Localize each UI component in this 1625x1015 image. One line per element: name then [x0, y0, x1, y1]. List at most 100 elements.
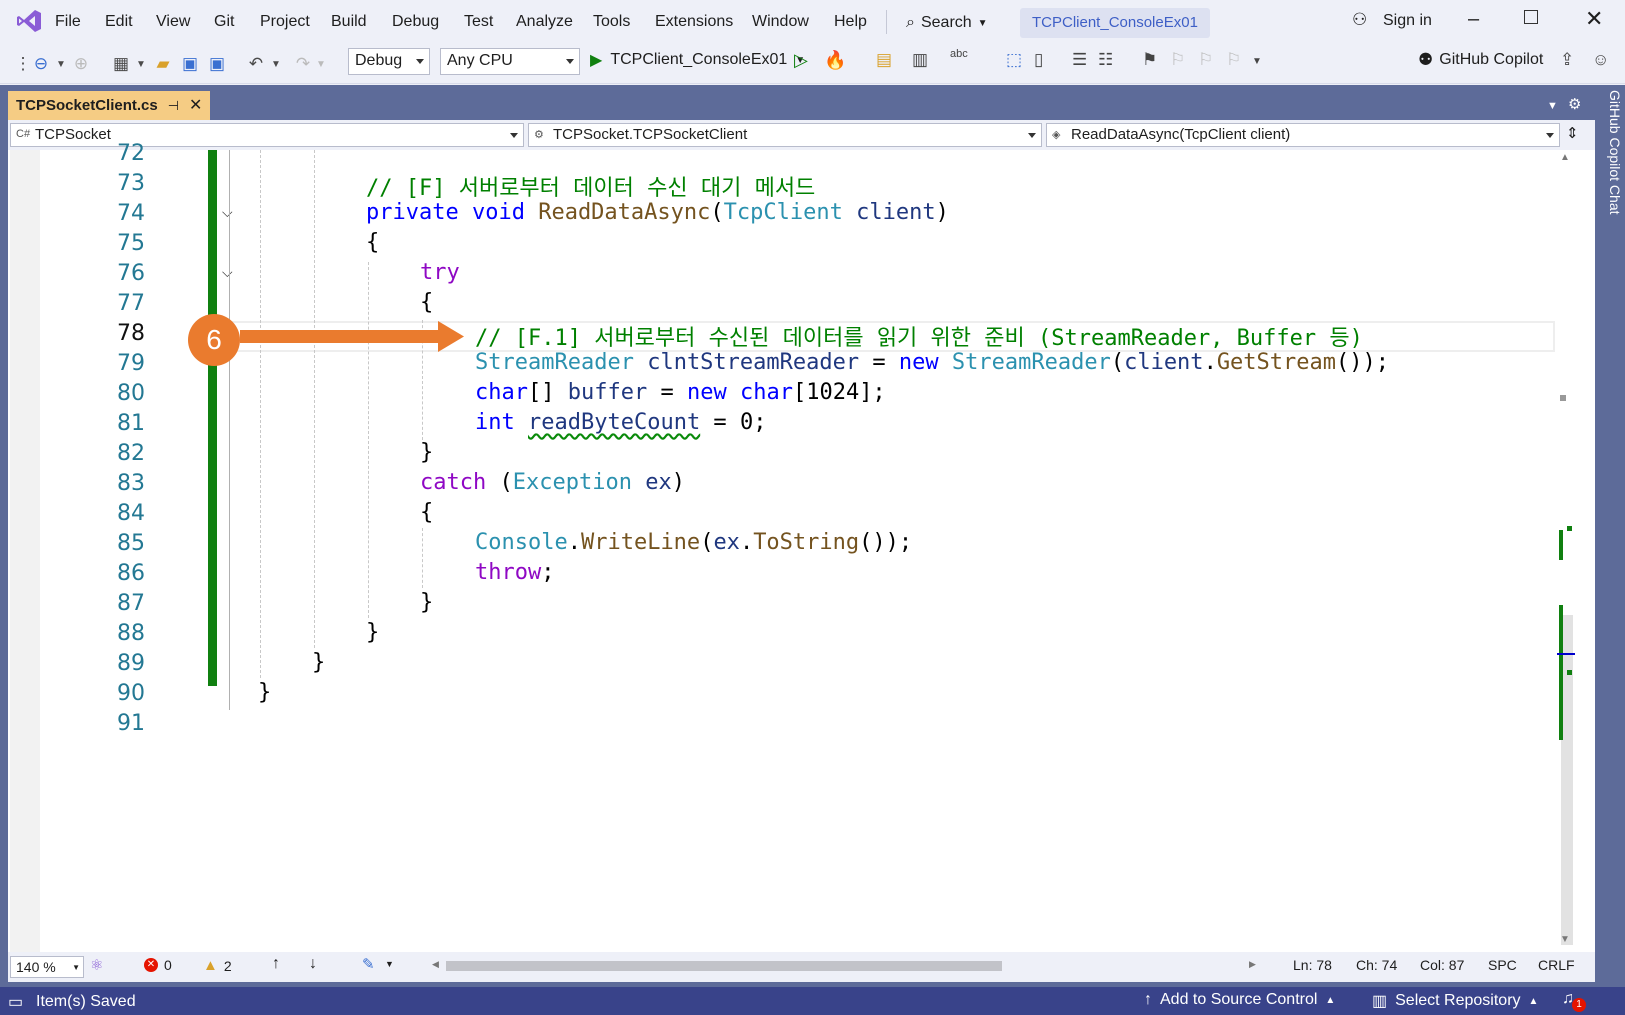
repository-label: Select Repository: [1395, 992, 1521, 1009]
menu-extensions[interactable]: Extensions: [655, 13, 733, 31]
scroll-right-icon[interactable]: ▶: [1249, 959, 1256, 970]
whitespace-indicator[interactable]: SPC: [1488, 957, 1517, 973]
previous-issue-icon[interactable]: ↑: [272, 955, 280, 973]
split-window-icon[interactable]: ⇕: [1566, 124, 1579, 142]
indent-icon[interactable]: ☰: [1072, 50, 1087, 70]
menu-edit[interactable]: Edit: [105, 13, 133, 31]
sign-in-button[interactable]: Sign in: [1383, 12, 1432, 30]
undo-dropdown-icon[interactable]: ▼: [263, 51, 289, 77]
search-button[interactable]: ⌕ Search ▼: [906, 10, 988, 36]
copilot-chat-tab[interactable]: GitHub Copilot Chat: [1597, 90, 1623, 215]
scroll-down-icon[interactable]: ▼: [1560, 934, 1570, 945]
select-repository-button[interactable]: ▥ Select Repository ▲: [1372, 991, 1538, 1011]
tab-tcpsocketclient[interactable]: TCPSocketClient.cs ⊣ ✕: [8, 91, 211, 120]
menu-debug[interactable]: Debug: [392, 13, 439, 31]
minimize-button[interactable]: –: [1468, 8, 1479, 31]
maximize-button[interactable]: [1524, 10, 1538, 24]
platform-select[interactable]: Any CPU: [440, 48, 580, 75]
layout-icon[interactable]: ▥: [912, 50, 928, 70]
type-name: Exception: [512, 470, 632, 495]
vertical-scrollbar[interactable]: ▲ ▼: [1557, 150, 1575, 952]
github-copilot-button[interactable]: ⚉ GitHub Copilot: [1418, 50, 1543, 70]
member-dropdown[interactable]: ◈ ReadDataAsync(TcpClient client): [1046, 123, 1560, 147]
scroll-left-icon[interactable]: ◀: [432, 959, 439, 970]
menu-tools[interactable]: Tools: [593, 13, 630, 31]
menu-window[interactable]: Window: [752, 13, 809, 31]
scroll-up-icon[interactable]: ▲: [1560, 152, 1570, 163]
warning-icon: ▲: [203, 957, 218, 974]
line-number: 89: [117, 651, 145, 676]
method-icon: ◈: [1052, 129, 1061, 141]
zoom-select[interactable]: 140 % ▼: [10, 956, 84, 978]
horizontal-scroll-thumb[interactable]: [446, 961, 1002, 971]
close-icon[interactable]: ✕: [189, 91, 202, 120]
next-bookmark-icon[interactable]: ⚐: [1198, 50, 1213, 70]
char-indicator[interactable]: Ch: 74: [1356, 957, 1397, 973]
share-icon[interactable]: ⇪: [1560, 50, 1574, 70]
line-ending-indicator[interactable]: CRLF: [1538, 957, 1575, 973]
menu-view[interactable]: View: [156, 13, 190, 31]
column-indicator[interactable]: Col: 87: [1420, 957, 1464, 973]
close-window-button[interactable]: ✕: [1585, 6, 1603, 32]
select-pointer-icon[interactable]: ⬚: [1006, 50, 1022, 70]
navigate-forward-icon[interactable]: ⊕: [68, 51, 94, 77]
hot-reload-icon[interactable]: 🔥: [824, 50, 846, 71]
tab-list-dropdown-icon[interactable]: ▼: [1547, 100, 1558, 112]
menu-build[interactable]: Build: [331, 13, 367, 31]
code-cleanup-icon[interactable]: ✎: [362, 955, 375, 973]
save-icon[interactable]: ▣: [177, 51, 203, 77]
code-line-84: {: [420, 500, 434, 525]
save-all-icon[interactable]: ▣: [204, 51, 230, 77]
collapse-icon[interactable]: ⌵: [222, 264, 233, 281]
start-debugging-button[interactable]: ▶ TCPClient_ConsoleEx01 ▼: [590, 50, 805, 70]
variable-name: ex: [713, 530, 740, 555]
configuration-select[interactable]: Debug: [348, 48, 430, 75]
platform-value: Any CPU: [447, 52, 513, 69]
collapse-icon[interactable]: ⌵: [222, 204, 233, 221]
variable-name: clntStreamReader: [647, 350, 860, 375]
arrow-up-icon: ↑: [1144, 991, 1152, 1008]
menu-project[interactable]: Project: [260, 13, 310, 31]
menu-test[interactable]: Test: [464, 13, 493, 31]
spell-check-icon[interactable]: abc: [950, 48, 968, 60]
error-count-button[interactable]: ✕ 0: [144, 957, 172, 973]
gear-icon[interactable]: ⚙: [1568, 95, 1581, 113]
menu-analyze[interactable]: Analyze: [516, 13, 573, 31]
notifications-button[interactable]: ♫ 1: [1562, 990, 1586, 1012]
caret-position-marker: [1557, 653, 1575, 655]
pin-icon[interactable]: ⊣: [168, 91, 179, 120]
project-dropdown[interactable]: C# TCPSocket: [10, 123, 524, 147]
code-line-87: }: [420, 590, 434, 615]
compare-icon[interactable]: ▯: [1034, 50, 1043, 70]
menu-help[interactable]: Help: [834, 13, 867, 31]
outdent-icon[interactable]: ☷: [1098, 50, 1113, 70]
solution-explorer-icon[interactable]: ▤: [876, 50, 892, 70]
add-to-source-control-button[interactable]: ↑ Add to Source Control ▲: [1144, 991, 1335, 1009]
member-value: ReadDataAsync(TcpClient client): [1071, 126, 1291, 143]
line-number: 72: [117, 141, 145, 166]
method-name: ReadDataAsync: [538, 200, 711, 225]
feedback-icon[interactable]: ☺: [1592, 50, 1609, 70]
code-line-89: }: [312, 650, 326, 675]
start-without-debugging-icon[interactable]: ▷: [794, 50, 808, 71]
open-folder-icon[interactable]: ▰: [150, 51, 176, 77]
next-issue-icon[interactable]: ↓: [309, 955, 317, 973]
type-dropdown[interactable]: ⚙ TCPSocket.TCPSocketClient: [528, 123, 1042, 147]
code-line-80: char[] buffer = new char[1024];: [475, 380, 886, 405]
keyword: new: [686, 380, 727, 405]
toolbar-overflow-icon[interactable]: ▼: [1252, 56, 1262, 67]
line-number: 84: [117, 501, 145, 526]
prev-bookmark-icon[interactable]: ⚐: [1170, 50, 1185, 70]
comment-text: // [F.1] 서버로부터 수신된 데이터를 읽기 위한 준비 (Stream…: [475, 326, 1363, 351]
clear-bookmarks-icon[interactable]: ⚐: [1226, 50, 1241, 70]
code-line-90: }: [258, 680, 272, 705]
intellicode-icon[interactable]: ⚛: [90, 956, 103, 974]
redo-dropdown-icon[interactable]: ▼: [308, 51, 334, 77]
menu-file[interactable]: File: [55, 13, 81, 31]
number-literal: 1024: [806, 380, 860, 405]
warning-count-button[interactable]: ▲ 2: [203, 957, 232, 974]
bookmark-icon[interactable]: ⚑: [1142, 50, 1157, 70]
menu-git[interactable]: Git: [214, 13, 234, 31]
code-cleanup-dropdown-icon[interactable]: ▼: [385, 959, 394, 969]
line-indicator[interactable]: Ln: 78: [1293, 957, 1332, 973]
